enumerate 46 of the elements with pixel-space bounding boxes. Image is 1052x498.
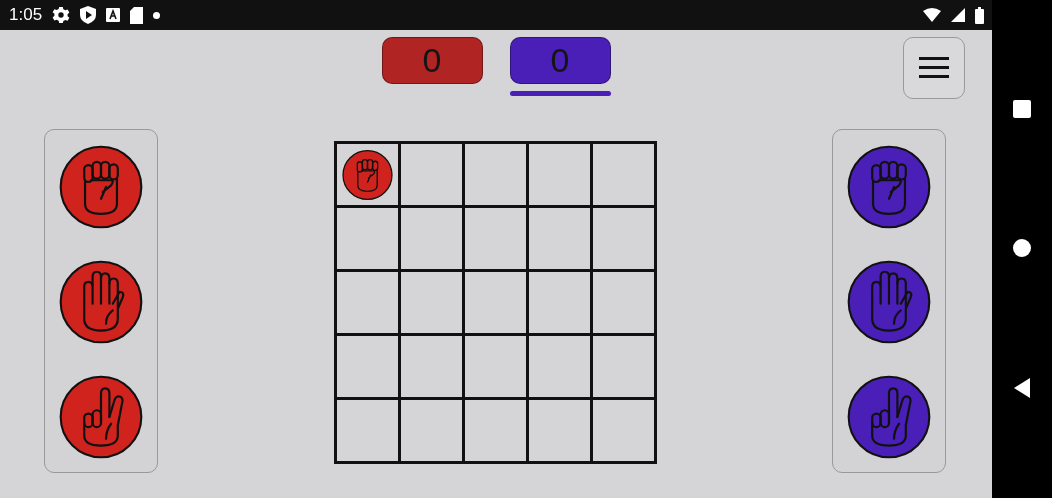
menu-button[interactable] [903, 37, 965, 99]
board-cell[interactable] [464, 272, 526, 333]
board-cell[interactable] [528, 208, 590, 269]
sd-card-icon [130, 6, 144, 24]
battery-icon [975, 6, 984, 24]
menu-icon [919, 57, 949, 79]
score-counter: 0 [381, 37, 483, 84]
fist-token[interactable] [59, 145, 143, 229]
home-icon[interactable] [1012, 238, 1032, 258]
two-finger-token[interactable] [59, 375, 143, 459]
board-cell[interactable] [464, 400, 526, 461]
font-box-icon [106, 8, 121, 22]
board-cell[interactable] [336, 208, 398, 269]
settings-icon [52, 6, 71, 24]
board-cell[interactable] [400, 144, 462, 205]
fist-token[interactable] [847, 145, 931, 229]
board-cell[interactable] [592, 208, 654, 269]
board-cell[interactable] [528, 336, 590, 397]
board-cell[interactable] [528, 144, 590, 205]
board-cell[interactable] [336, 336, 398, 397]
open-hand-token[interactable] [59, 260, 143, 344]
board-cell[interactable] [528, 400, 590, 461]
shield-play-icon [80, 6, 97, 24]
open-hand-token[interactable] [847, 260, 931, 344]
board-cell[interactable] [464, 144, 526, 205]
board-cell[interactable] [592, 272, 654, 333]
dot-icon [153, 11, 161, 19]
board-cell[interactable] [400, 336, 462, 397]
signal-icon [951, 8, 965, 22]
board-cell[interactable] [592, 336, 654, 397]
board-cell[interactable] [464, 208, 526, 269]
back-icon[interactable] [1013, 376, 1031, 399]
clock-time: 1:05 [9, 4, 43, 27]
recents-icon[interactable] [1012, 99, 1032, 120]
board-cell[interactable] [400, 400, 462, 461]
wifi-icon [923, 8, 941, 22]
board-cell[interactable] [336, 272, 398, 333]
two-finger-token[interactable] [847, 375, 931, 459]
board-cell[interactable] [528, 272, 590, 333]
score-counter: 0 [509, 37, 611, 84]
board-cell[interactable] [464, 336, 526, 397]
board-cell[interactable] [592, 400, 654, 461]
board-cell[interactable] [400, 208, 462, 269]
board-cell[interactable] [400, 272, 462, 333]
board-cell[interactable] [336, 400, 398, 461]
board-cell[interactable] [592, 144, 654, 205]
